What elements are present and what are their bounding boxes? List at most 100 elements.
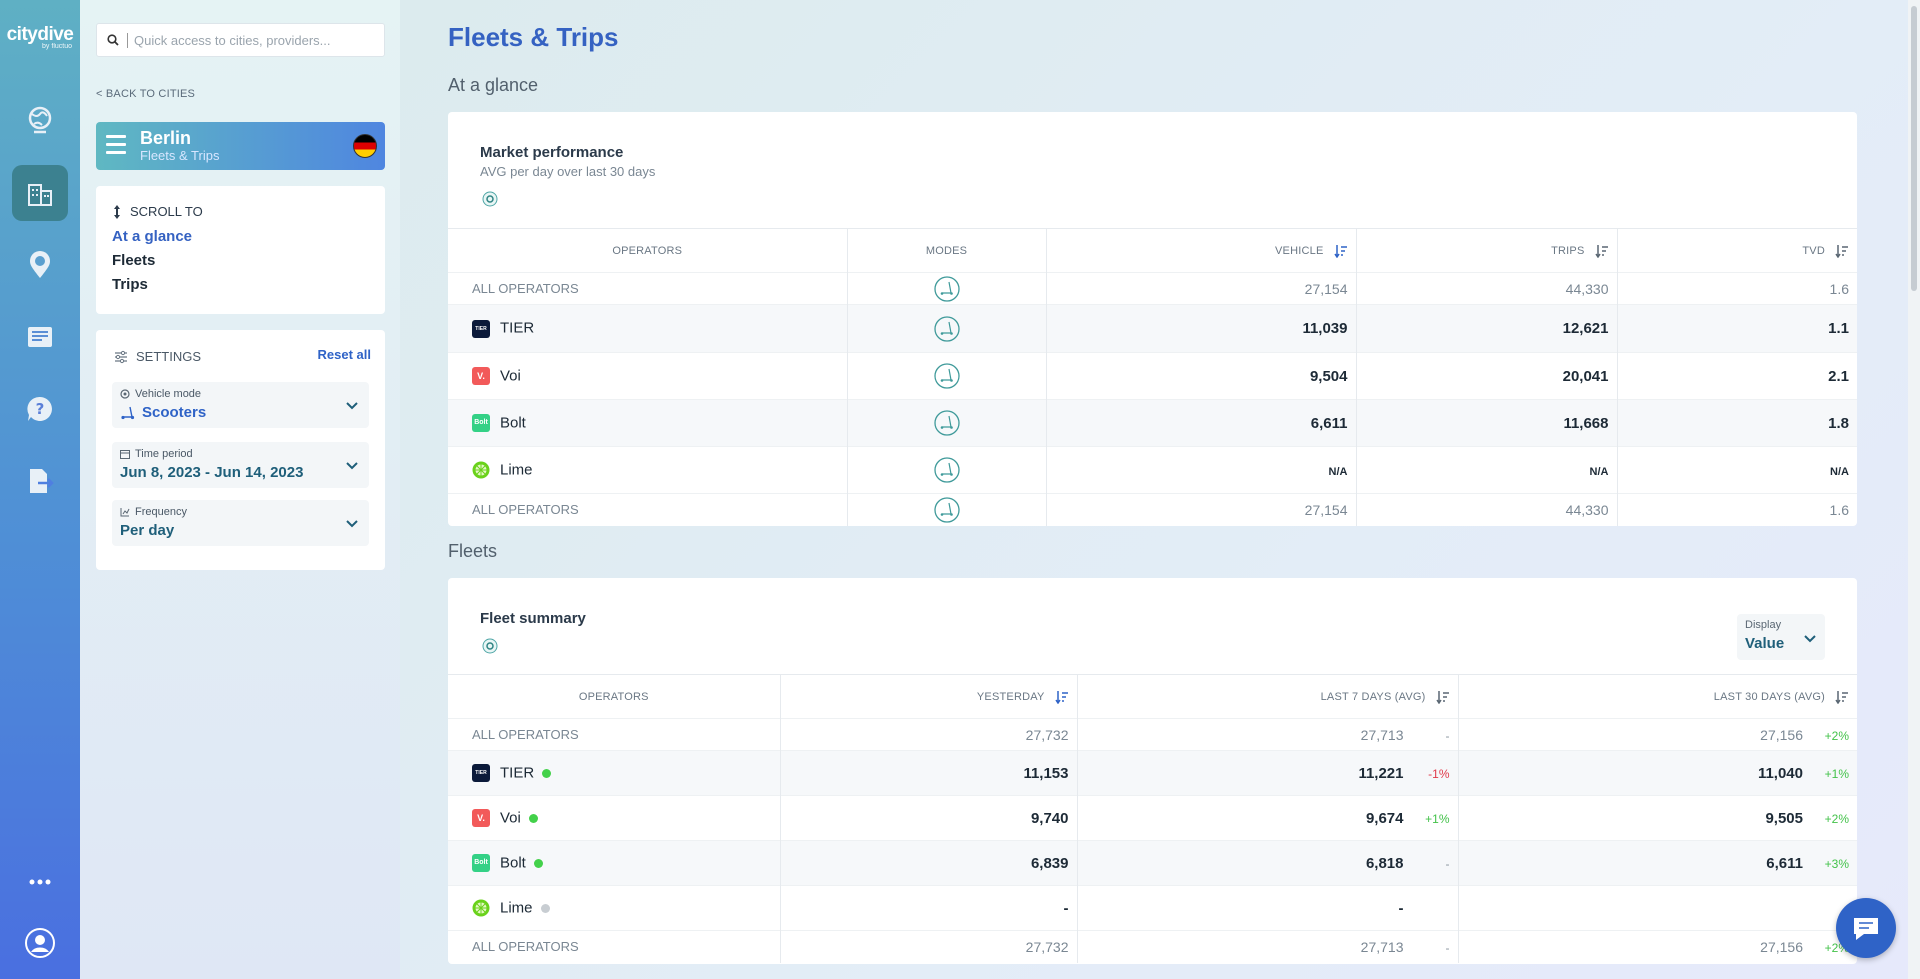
vehicle-mode-label: Vehicle mode: [135, 388, 202, 400]
brand-logo[interactable]: citydive by fluctuo: [6, 24, 74, 50]
col-trips[interactable]: TRIPS: [1356, 228, 1618, 273]
rail-help-button[interactable]: ?: [12, 381, 68, 437]
table-row[interactable]: V. Voi 9,740 9,674 +1% 9,505 +2%: [448, 795, 1857, 841]
sort-icon[interactable]: [1435, 690, 1450, 704]
change-indicator: +1%: [1824, 766, 1849, 781]
svg-text:?: ?: [36, 400, 45, 418]
sort-icon[interactable]: [1054, 690, 1069, 704]
status-offline-dot: [540, 903, 550, 913]
sort-icon[interactable]: [1835, 690, 1849, 704]
col-modes: MODES: [847, 228, 1047, 273]
sidebar: < BACK TO CITIES Berlin Fleets & Trips S…: [80, 0, 400, 979]
sort-icon[interactable]: [1594, 244, 1609, 258]
display-value: Value: [1745, 635, 1785, 652]
rail-reports-button[interactable]: [12, 309, 68, 365]
sort-icon[interactable]: [1333, 244, 1348, 258]
scooter-mode-icon: [933, 363, 960, 389]
scroll-arrows-icon: [114, 204, 120, 219]
table-row[interactable]: TIER TIER 11,153 11,221 -1% 11,040 +1%: [448, 750, 1857, 796]
scroll-to-trips[interactable]: Trips: [112, 276, 148, 293]
display-label: Display: [1745, 619, 1782, 631]
city-name: Berlin: [140, 128, 192, 148]
city-section: Fleets & Trips: [140, 148, 220, 163]
table-row[interactable]: Lime N/A N/A N/A: [448, 446, 1857, 494]
change-indicator: +2%: [1824, 811, 1849, 826]
scroll-to-heading: SCROLL TO: [112, 204, 203, 219]
hamburger-menu-icon[interactable]: [106, 135, 126, 157]
col-tvd[interactable]: TVD: [1617, 228, 1857, 273]
time-period-value: Jun 8, 2023 - Jun 14, 2023: [120, 464, 304, 481]
col-operators: OPERATORS: [448, 228, 848, 273]
scooter-mode-icon: [933, 410, 960, 436]
help-icon: ?: [27, 396, 52, 421]
table-row[interactable]: Lime - -: [448, 885, 1857, 931]
reset-all-button[interactable]: Reset all: [318, 347, 371, 362]
rail-more-button[interactable]: [12, 867, 68, 897]
bolt-logo: Bolt: [472, 854, 490, 873]
fleet-summary-table: OPERATORS YESTERDAY LAST 7 DAYS (AVG) LA…: [448, 674, 1857, 963]
frequency-value: Per day: [120, 522, 175, 539]
scroll-to-at-a-glance[interactable]: At a glance: [112, 228, 192, 245]
status-online-dot: [533, 858, 543, 868]
rail-city-button[interactable]: [12, 165, 68, 221]
chevron-down-icon: [346, 520, 358, 528]
voi-logo: V.: [472, 809, 490, 828]
chevron-down-icon: [346, 462, 358, 470]
document-icon: [28, 327, 52, 347]
main-content: Fleets & Trips At a glance Market perfor…: [400, 0, 1908, 979]
section-fleets: Fleets: [448, 541, 498, 561]
table-row[interactable]: ALL OPERATORS 27,154 44,330 1.6: [448, 272, 1857, 305]
table-row[interactable]: ALL OPERATORS 27,732 27,713- 27,156 +2%: [448, 718, 1857, 751]
col-vehicle[interactable]: VEHICLE: [1046, 228, 1357, 273]
market-performance-panel: Market performance AVG per day over last…: [448, 112, 1857, 526]
status-online-dot: [542, 768, 552, 778]
col-operators: OPERATORS: [448, 674, 781, 719]
change-indicator: -1%: [1428, 766, 1450, 781]
rail-location-button[interactable]: [12, 237, 68, 293]
col-yesterday[interactable]: YESTERDAY: [780, 674, 1078, 719]
status-online-dot: [528, 813, 538, 823]
city-card[interactable]: Berlin Fleets & Trips: [96, 122, 385, 170]
change-indicator: -: [1445, 728, 1450, 743]
lime-logo: [472, 461, 490, 479]
change-indicator: +3%: [1824, 856, 1849, 871]
table-row[interactable]: ALL OPERATORS 27,732 27,713- 27,156 +2%: [448, 930, 1857, 963]
vehicle-mode-select[interactable]: Vehicle mode Scooters: [112, 382, 369, 428]
buildings-icon: [28, 184, 52, 206]
table-row[interactable]: ALL OPERATORS 27,154 44,330 1.6: [448, 493, 1857, 526]
chevron-down-icon: [1804, 635, 1816, 643]
settings-heading: SETTINGS: [114, 349, 201, 364]
rail-globe-button[interactable]: [12, 92, 68, 148]
chevron-down-icon: [346, 402, 358, 410]
table-row[interactable]: V. Voi 9,504 20,041 2.1: [448, 352, 1857, 400]
search-input[interactable]: [127, 32, 367, 48]
back-to-cities-link[interactable]: < BACK TO CITIES: [96, 88, 195, 100]
export-icon: [30, 469, 54, 493]
table-row[interactable]: Bolt Bolt 6,839 6,818- 6,611 +3%: [448, 840, 1857, 886]
gear-icon: [120, 389, 130, 399]
tier-logo: TIER: [472, 319, 490, 338]
scooter-icon: [121, 406, 135, 419]
display-select[interactable]: Display Value: [1737, 614, 1825, 660]
sort-icon[interactable]: [1835, 244, 1849, 258]
time-period-label: Time period: [135, 448, 193, 460]
rail-profile-button[interactable]: [12, 915, 68, 971]
mode-gear-icon[interactable]: [482, 638, 498, 654]
rail-export-button[interactable]: [12, 453, 68, 509]
scrollbar-thumb[interactable]: [1911, 6, 1917, 291]
sliders-icon: [115, 350, 127, 363]
table-row[interactable]: Bolt Bolt 6,611 11,668 1.8: [448, 399, 1857, 447]
search-box[interactable]: [96, 23, 385, 57]
table-row[interactable]: TIER TIER 11,039 12,621 1.1: [448, 304, 1857, 353]
chat-button[interactable]: [1836, 898, 1896, 958]
mode-gear-icon[interactable]: [482, 191, 498, 207]
change-indicator: -: [1445, 940, 1450, 955]
scroll-to-fleets[interactable]: Fleets: [112, 252, 155, 269]
page-title: Fleets & Trips: [448, 22, 619, 52]
col-last-30-days[interactable]: LAST 30 DAYS (AVG): [1458, 674, 1857, 719]
col-last-7-days[interactable]: LAST 7 DAYS (AVG): [1077, 674, 1459, 719]
time-period-select[interactable]: Time period Jun 8, 2023 - Jun 14, 2023: [112, 442, 369, 488]
change-indicator: +2%: [1824, 728, 1849, 743]
frequency-select[interactable]: Frequency Per day: [112, 500, 369, 546]
page-scrollbar[interactable]: [1908, 0, 1920, 979]
